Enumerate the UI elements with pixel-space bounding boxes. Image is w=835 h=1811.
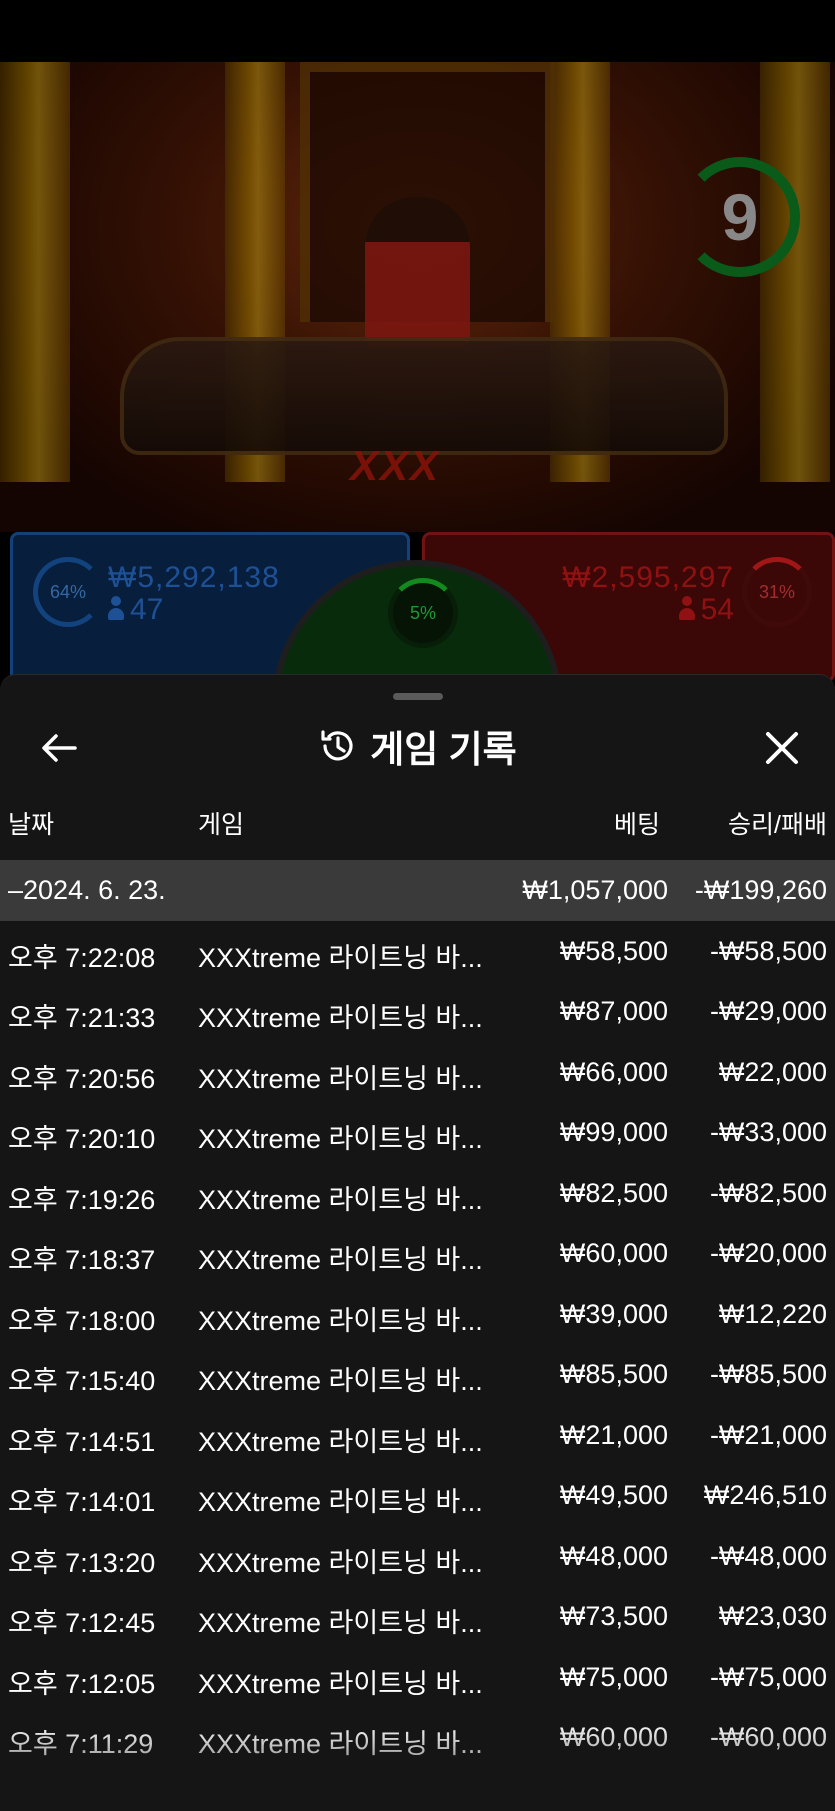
game-history-sheet: 게임 기록 날짜 게임 베팅 승리/패배 –2024. 6. 23. ₩1,05… — [0, 674, 835, 1811]
row-result: -₩29,000 — [709, 996, 827, 1026]
row-game: XXXtreme 라이트닝 바... — [198, 1366, 483, 1396]
row-time: 오후 7:11:29 — [8, 1729, 154, 1759]
day-date: –2024. 6. 23. — [8, 875, 166, 905]
row-time: 오후 7:19:26 — [8, 1184, 156, 1215]
row-game: XXXtreme 라이트닝 바... — [198, 1608, 483, 1638]
drag-handle[interactable] — [393, 693, 443, 700]
row-time: 오후 7:12:05 — [8, 1668, 156, 1699]
row-game: XXXtreme 라이트닝 바... — [198, 1547, 483, 1578]
history-row[interactable]: 오후 7:11:29 XXXtreme 라이트닝 바... ₩60,000 -₩60,… — [0, 1707, 835, 1768]
row-bet: ₩73,500 — [559, 1601, 668, 1631]
row-time: 오후 7:20:10 — [8, 1124, 156, 1154]
row-result: -₩60,000 — [709, 1722, 827, 1752]
history-row[interactable]: 오후 7:21:33 XXXtreme 라이트닝 바... ₩87,000 -₩29,… — [0, 981, 835, 1042]
close-button[interactable] — [759, 725, 805, 771]
history-row[interactable]: 오후 7:18:37 XXXtreme 라이트닝 바... ₩60,000 -₩20,… — [0, 1223, 835, 1284]
row-result: ₩246,510 — [703, 1480, 827, 1510]
row-time: 오후 7:14:51 — [8, 1426, 156, 1457]
row-result: ₩12,220 — [718, 1298, 827, 1329]
row-time: 오후 7:15:40 — [8, 1366, 156, 1396]
row-time: 오후 7:13:20 — [8, 1547, 156, 1578]
column-header-result: 승리/패배 — [728, 811, 827, 839]
history-row[interactable]: 오후 7:20:10 XXXtreme 라이트닝 바... ₩99,000 -₩33,… — [0, 1102, 835, 1163]
history-row[interactable]: 오후 7:14:01 XXXtreme 라이트닝 바... ₩49,500 ₩246,… — [0, 1465, 835, 1526]
row-result: -₩21,000 — [709, 1419, 827, 1450]
sheet-title: 게임 기록 — [370, 729, 517, 770]
row-time: 오후 7:21:33 — [8, 1003, 156, 1033]
row-bet: ₩85,500 — [559, 1359, 668, 1389]
row-bet: ₩87,000 — [559, 996, 668, 1026]
row-bet: ₩99,000 — [559, 1117, 668, 1147]
row-bet: ₩82,500 — [559, 1177, 668, 1208]
row-bet: ₩39,000 — [559, 1298, 668, 1329]
row-game: XXXtreme 라이트닝 바... — [198, 1245, 483, 1275]
row-result: -₩82,500 — [709, 1177, 827, 1208]
close-icon — [766, 732, 798, 764]
row-time: 오후 7:18:37 — [8, 1245, 156, 1275]
row-bet: ₩66,000 — [559, 1056, 668, 1087]
row-result: -₩85,500 — [709, 1359, 827, 1389]
row-bet: ₩60,000 — [559, 1238, 668, 1268]
day-total-result: -₩199,260 — [694, 875, 827, 905]
column-header-bet: 베팅 — [613, 811, 660, 839]
history-row[interactable]: 오후 7:12:45 XXXtreme 라이트닝 바... ₩73,500 ₩23,0… — [0, 1586, 835, 1647]
history-row[interactable]: 오후 7:13:20 XXXtreme 라이트닝 바... ₩48,000 -₩48,… — [0, 1526, 835, 1587]
row-bet: ₩60,000 — [559, 1722, 668, 1752]
row-time: 오후 7:18:00 — [8, 1305, 156, 1336]
history-row[interactable]: 오후 7:22:08 XXXtreme 라이트닝 바... ₩58,500 -₩58,… — [0, 921, 835, 982]
row-game: XXXtreme 라이트닝 바... — [198, 942, 483, 973]
row-time: 오후 7:20:56 — [8, 1063, 156, 1094]
row-bet: ₩75,000 — [559, 1661, 668, 1692]
history-row[interactable]: 오후 7:19:26 XXXtreme 라이트닝 바... ₩82,500 -₩82,… — [0, 1163, 835, 1224]
row-game: XXXtreme 라이트닝 바... — [198, 1426, 483, 1457]
row-result: -₩58,500 — [709, 935, 827, 966]
row-game: XXXtreme 라이트닝 바... — [198, 1487, 483, 1517]
row-time: 오후 7:14:01 — [8, 1487, 156, 1517]
row-result: -₩20,000 — [709, 1238, 827, 1268]
row-bet: ₩49,500 — [559, 1480, 668, 1510]
row-result: -₩33,000 — [709, 1117, 827, 1147]
row-game: XXXtreme 라이트닝 바... — [198, 1124, 483, 1154]
history-clock-icon — [321, 730, 353, 761]
day-summary-row[interactable]: –2024. 6. 23. ₩1,057,000 -₩199,260 — [0, 860, 835, 921]
row-game: XXXtreme 라이트닝 바... — [198, 1063, 483, 1094]
row-game: XXXtreme 라이트닝 바... — [198, 1729, 483, 1759]
row-game: XXXtreme 라이트닝 바... — [198, 1003, 483, 1033]
row-result: ₩23,030 — [718, 1601, 827, 1631]
sheet-header: 게임 기록 — [0, 721, 835, 771]
row-game: XXXtreme 라이트닝 바... — [198, 1668, 483, 1699]
day-total-bet: ₩1,057,000 — [522, 875, 668, 905]
row-result: ₩22,000 — [718, 1056, 827, 1087]
history-row[interactable]: 오후 7:20:56 XXXtreme 라이트닝 바... ₩66,000 ₩22,0… — [0, 1042, 835, 1103]
column-header-game: 게임 — [198, 811, 245, 839]
row-time: 오후 7:22:08 — [8, 942, 156, 973]
row-game: XXXtreme 라이트닝 바... — [198, 1305, 483, 1336]
row-bet: ₩48,000 — [559, 1540, 668, 1571]
history-rows: 오후 7:22:08 XXXtreme 라이트닝 바... ₩58,500 -₩58,… — [0, 921, 835, 1768]
history-row[interactable]: 오후 7:18:00 XXXtreme 라이트닝 바... ₩39,000 ₩12,2… — [0, 1284, 835, 1345]
row-bet: ₩21,000 — [559, 1419, 668, 1450]
row-game: XXXtreme 라이트닝 바... — [198, 1184, 483, 1215]
history-row[interactable]: 오후 7:12:05 XXXtreme 라이트닝 바... ₩75,000 -₩75,… — [0, 1647, 835, 1708]
row-bet: ₩58,500 — [559, 935, 668, 966]
history-row[interactable]: 오후 7:15:40 XXXtreme 라이트닝 바... ₩85,500 -₩85,… — [0, 1344, 835, 1405]
row-time: 오후 7:12:45 — [8, 1608, 156, 1638]
history-list[interactable]: –2024. 6. 23. ₩1,057,000 -₩199,260 오후 7:… — [0, 860, 835, 1768]
column-header-date: 날짜 — [8, 811, 55, 839]
row-result: -₩48,000 — [709, 1540, 827, 1571]
history-row[interactable]: 오후 7:14:51 XXXtreme 라이트닝 바... ₩21,000 -₩21,… — [0, 1405, 835, 1466]
row-result: -₩75,000 — [709, 1661, 827, 1692]
